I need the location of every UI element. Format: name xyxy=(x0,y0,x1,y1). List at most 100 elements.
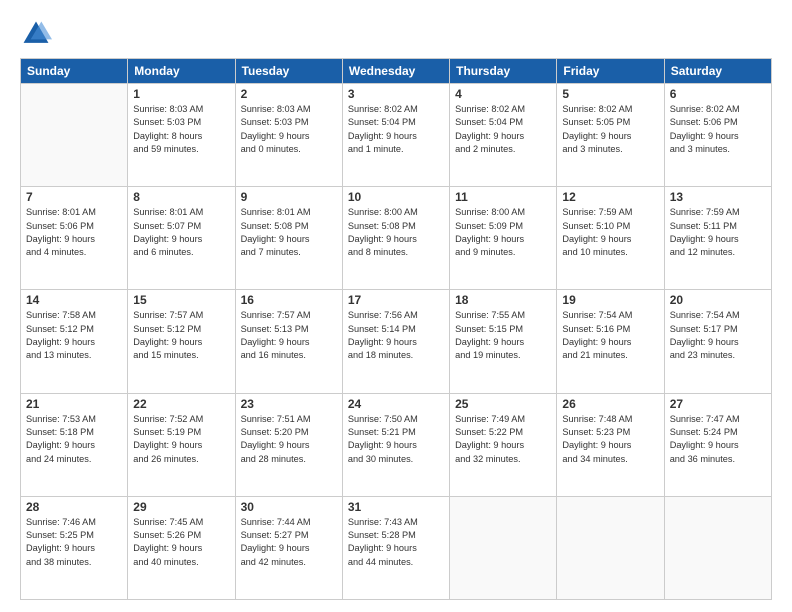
calendar-day-cell: 31 Sunrise: 7:43 AMSunset: 5:28 PMDayligh… xyxy=(342,496,449,599)
day-number: 13 xyxy=(670,190,766,204)
calendar-day-cell: 17 Sunrise: 7:56 AMSunset: 5:14 PMDayligh… xyxy=(342,290,449,393)
day-info: Sunrise: 8:03 AMSunset: 5:03 PMDaylight:… xyxy=(133,103,229,156)
weekday-header-cell: Sunday xyxy=(21,59,128,84)
calendar-day-cell: 18Sunrise: 7:55 AMSunset: 5:15 PMDayligh… xyxy=(450,290,557,393)
day-number: 26 xyxy=(562,397,658,411)
day-info: Sunrise: 7:57 AMSunset: 5:13 PMDaylight:… xyxy=(241,309,337,362)
day-info: Sunrise: 7:54 AMSunset: 5:17 PMDaylight:… xyxy=(670,309,766,362)
day-number: 20 xyxy=(670,293,766,307)
calendar-day-cell: 7 Sunrise: 8:01 AMSunset: 5:06 PMDaylight… xyxy=(21,187,128,290)
day-number: 18 xyxy=(455,293,551,307)
day-info: Sunrise: 8:02 AMSunset: 5:05 PMDaylight:… xyxy=(562,103,658,156)
day-info: Sunrise: 8:03 AMSunset: 5:03 PMDaylight:… xyxy=(241,103,337,156)
calendar-day-cell: 10Sunrise: 8:00 AMSunset: 5:08 PMDayligh… xyxy=(342,187,449,290)
day-number: 6 xyxy=(670,87,766,101)
calendar-week-row: 14 Sunrise: 7:58 AMSunset: 5:12 PMDayligh… xyxy=(21,290,772,393)
day-number: 8 xyxy=(133,190,229,204)
day-info: Sunrise: 7:56 AMSunset: 5:14 PMDaylight:… xyxy=(348,309,444,362)
day-number: 11 xyxy=(455,190,551,204)
calendar-week-row: 28 Sunrise: 7:46 AMSunset: 5:25 PMDayligh… xyxy=(21,496,772,599)
day-info: Sunrise: 7:50 AMSunset: 5:21 PMDaylight:… xyxy=(348,413,444,466)
day-number: 7 xyxy=(26,190,122,204)
calendar-day-cell: 19 Sunrise: 7:54 AMSunset: 5:16 PMDayligh… xyxy=(557,290,664,393)
calendar-day-cell: 1 Sunrise: 8:03 AMSunset: 5:03 PMDaylight… xyxy=(128,84,235,187)
day-number: 9 xyxy=(241,190,337,204)
day-info: Sunrise: 8:02 AMSunset: 5:04 PMDaylight:… xyxy=(455,103,551,156)
day-number: 14 xyxy=(26,293,122,307)
day-number: 15 xyxy=(133,293,229,307)
day-info: Sunrise: 7:57 AMSunset: 5:12 PMDaylight:… xyxy=(133,309,229,362)
calendar-week-row: 7 Sunrise: 8:01 AMSunset: 5:06 PMDaylight… xyxy=(21,187,772,290)
day-number: 5 xyxy=(562,87,658,101)
calendar-day-cell xyxy=(664,496,771,599)
day-number: 22 xyxy=(133,397,229,411)
calendar-body: 1 Sunrise: 8:03 AMSunset: 5:03 PMDaylight… xyxy=(21,84,772,600)
day-info: Sunrise: 7:54 AMSunset: 5:16 PMDaylight:… xyxy=(562,309,658,362)
day-number: 24 xyxy=(348,397,444,411)
calendar-day-cell: 8 Sunrise: 8:01 AMSunset: 5:07 PMDaylight… xyxy=(128,187,235,290)
calendar-day-cell: 13Sunrise: 7:59 AMSunset: 5:11 PMDayligh… xyxy=(664,187,771,290)
weekday-header-cell: Tuesday xyxy=(235,59,342,84)
day-number: 1 xyxy=(133,87,229,101)
day-number: 29 xyxy=(133,500,229,514)
day-number: 21 xyxy=(26,397,122,411)
calendar-table: SundayMondayTuesdayWednesdayThursdayFrid… xyxy=(20,58,772,600)
day-number: 31 xyxy=(348,500,444,514)
day-number: 12 xyxy=(562,190,658,204)
calendar-day-cell: 21 Sunrise: 7:53 AMSunset: 5:18 PMDayligh… xyxy=(21,393,128,496)
logo xyxy=(20,18,56,50)
calendar-day-cell: 30 Sunrise: 7:44 AMSunset: 5:27 PMDayligh… xyxy=(235,496,342,599)
day-number: 23 xyxy=(241,397,337,411)
day-number: 28 xyxy=(26,500,122,514)
day-info: Sunrise: 8:00 AMSunset: 5:09 PMDaylight:… xyxy=(455,206,551,259)
day-info: Sunrise: 7:53 AMSunset: 5:18 PMDaylight:… xyxy=(26,413,122,466)
calendar-day-cell: 12 Sunrise: 7:59 AMSunset: 5:10 PMDayligh… xyxy=(557,187,664,290)
day-info: Sunrise: 7:46 AMSunset: 5:25 PMDaylight:… xyxy=(26,516,122,569)
calendar-day-cell: 28 Sunrise: 7:46 AMSunset: 5:25 PMDayligh… xyxy=(21,496,128,599)
page: SundayMondayTuesdayWednesdayThursdayFrid… xyxy=(0,0,792,612)
day-info: Sunrise: 7:58 AMSunset: 5:12 PMDaylight:… xyxy=(26,309,122,362)
day-info: Sunrise: 7:47 AMSunset: 5:24 PMDaylight:… xyxy=(670,413,766,466)
day-info: Sunrise: 7:44 AMSunset: 5:27 PMDaylight:… xyxy=(241,516,337,569)
calendar-week-row: 21 Sunrise: 7:53 AMSunset: 5:18 PMDayligh… xyxy=(21,393,772,496)
day-number: 17 xyxy=(348,293,444,307)
calendar-day-cell: 29 Sunrise: 7:45 AMSunset: 5:26 PMDayligh… xyxy=(128,496,235,599)
calendar-day-cell: 3Sunrise: 8:02 AMSunset: 5:04 PMDaylight… xyxy=(342,84,449,187)
header xyxy=(20,18,772,50)
day-info: Sunrise: 8:02 AMSunset: 5:06 PMDaylight:… xyxy=(670,103,766,156)
day-info: Sunrise: 7:45 AMSunset: 5:26 PMDaylight:… xyxy=(133,516,229,569)
day-info: Sunrise: 8:01 AMSunset: 5:08 PMDaylight:… xyxy=(241,206,337,259)
calendar-day-cell xyxy=(450,496,557,599)
logo-icon xyxy=(20,18,52,50)
calendar-day-cell: 14 Sunrise: 7:58 AMSunset: 5:12 PMDayligh… xyxy=(21,290,128,393)
day-number: 10 xyxy=(348,190,444,204)
day-info: Sunrise: 7:51 AMSunset: 5:20 PMDaylight:… xyxy=(241,413,337,466)
calendar-day-cell: 9 Sunrise: 8:01 AMSunset: 5:08 PMDaylight… xyxy=(235,187,342,290)
day-info: Sunrise: 8:02 AMSunset: 5:04 PMDaylight:… xyxy=(348,103,444,156)
calendar-day-cell: 23 Sunrise: 7:51 AMSunset: 5:20 PMDayligh… xyxy=(235,393,342,496)
calendar-day-cell: 24 Sunrise: 7:50 AMSunset: 5:21 PMDayligh… xyxy=(342,393,449,496)
calendar-day-cell: 22 Sunrise: 7:52 AMSunset: 5:19 PMDayligh… xyxy=(128,393,235,496)
calendar-day-cell: 5 Sunrise: 8:02 AMSunset: 5:05 PMDaylight… xyxy=(557,84,664,187)
day-number: 16 xyxy=(241,293,337,307)
day-number: 30 xyxy=(241,500,337,514)
day-info: Sunrise: 8:01 AMSunset: 5:07 PMDaylight:… xyxy=(133,206,229,259)
weekday-header-cell: Wednesday xyxy=(342,59,449,84)
calendar-day-cell: 11 Sunrise: 8:00 AMSunset: 5:09 PMDayligh… xyxy=(450,187,557,290)
day-info: Sunrise: 7:49 AMSunset: 5:22 PMDaylight:… xyxy=(455,413,551,466)
weekday-header-cell: Saturday xyxy=(664,59,771,84)
calendar-day-cell xyxy=(21,84,128,187)
day-info: Sunrise: 7:59 AMSunset: 5:10 PMDaylight:… xyxy=(562,206,658,259)
day-number: 4 xyxy=(455,87,551,101)
calendar-day-cell: 15 Sunrise: 7:57 AMSunset: 5:12 PMDayligh… xyxy=(128,290,235,393)
calendar-day-cell: 25Sunrise: 7:49 AMSunset: 5:22 PMDayligh… xyxy=(450,393,557,496)
weekday-header-row: SundayMondayTuesdayWednesdayThursdayFrid… xyxy=(21,59,772,84)
day-info: Sunrise: 8:01 AMSunset: 5:06 PMDaylight:… xyxy=(26,206,122,259)
calendar-day-cell: 4 Sunrise: 8:02 AMSunset: 5:04 PMDaylight… xyxy=(450,84,557,187)
calendar-day-cell: 2Sunrise: 8:03 AMSunset: 5:03 PMDaylight… xyxy=(235,84,342,187)
day-number: 19 xyxy=(562,293,658,307)
weekday-header-cell: Friday xyxy=(557,59,664,84)
weekday-header-cell: Monday xyxy=(128,59,235,84)
day-info: Sunrise: 7:43 AMSunset: 5:28 PMDaylight:… xyxy=(348,516,444,569)
day-info: Sunrise: 7:52 AMSunset: 5:19 PMDaylight:… xyxy=(133,413,229,466)
